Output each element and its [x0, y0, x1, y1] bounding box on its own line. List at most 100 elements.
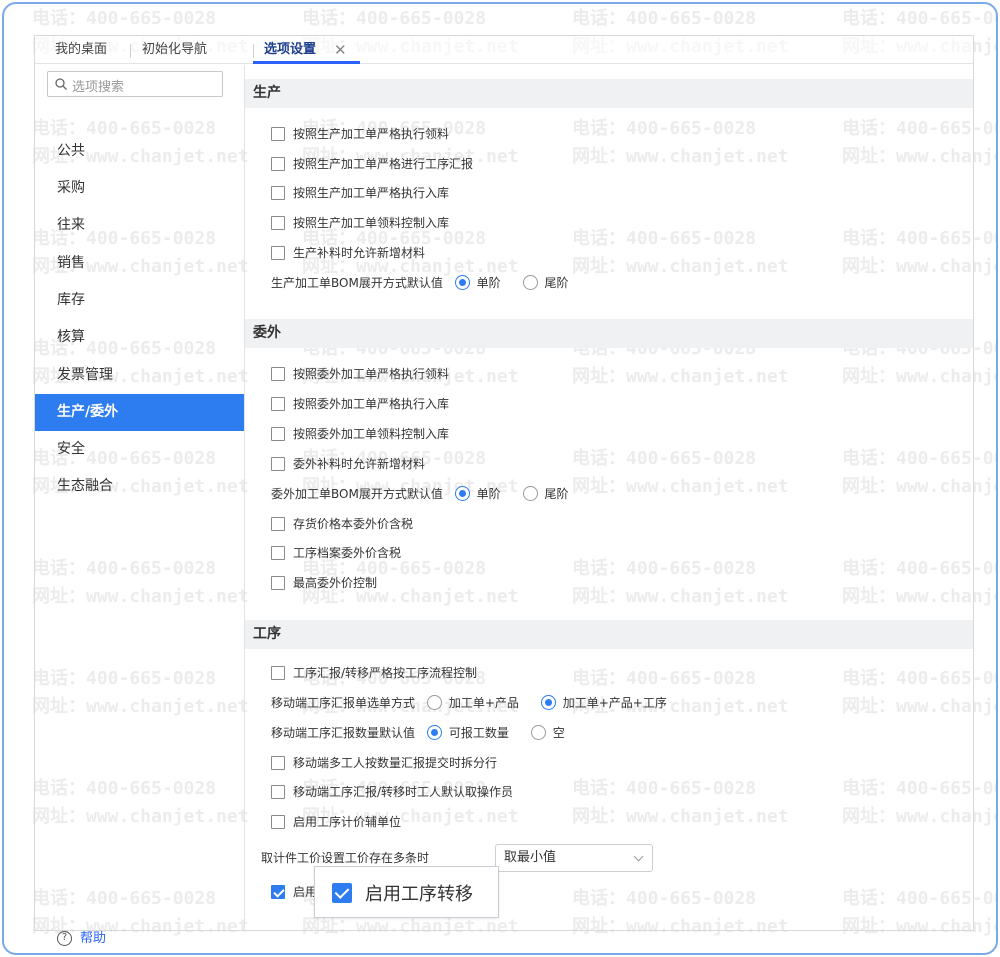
help-link[interactable]: ? 帮助	[57, 929, 106, 949]
sidebar-item-security[interactable]: 安全	[35, 431, 244, 468]
mobile-qty-default-row: 移动端工序汇报数量默认值 可报工数量 空	[271, 723, 565, 743]
checkbox-checked-large[interactable]	[332, 883, 352, 903]
option-row[interactable]: 按照生产加工单严格进行工序汇报	[271, 154, 473, 174]
checkbox[interactable]	[271, 755, 285, 770]
option-label: 按照生产加工单严格执行领料	[293, 127, 450, 141]
sidebar-item-public[interactable]: 公共	[35, 133, 244, 170]
option-label: 按照委外加工单严格执行入库	[293, 397, 450, 411]
section-header-process: 工序	[245, 620, 973, 649]
radio-empty[interactable]	[530, 725, 546, 740]
option-label: 存货价格本委外价含税	[293, 517, 414, 531]
sidebar-item-invoice[interactable]: 发票管理	[35, 357, 244, 394]
option-row[interactable]: 按照生产加工单领料控制入库	[271, 213, 449, 233]
radio-label: 单阶	[476, 276, 501, 290]
checkbox[interactable]	[271, 814, 285, 829]
checkbox[interactable]	[271, 245, 285, 260]
option-row[interactable]: 存货价格本委外价含税	[271, 514, 413, 534]
tab-bar: 我的桌面 初始化导航 选项设置 ✕	[35, 36, 973, 64]
radio-label: 加工单+产品+工序	[562, 696, 667, 710]
option-row[interactable]: 按照委外加工单严格执行领料	[271, 364, 449, 384]
sidebar-item-sales[interactable]: 销售	[35, 245, 244, 282]
checkbox[interactable]	[271, 215, 285, 230]
radio-single-level[interactable]	[454, 486, 470, 501]
price-rule-select[interactable]: 取最小值	[495, 844, 653, 872]
checkbox[interactable]	[271, 156, 285, 171]
search-placeholder: 选项搜索	[72, 80, 125, 95]
section-header-outsource: 委外	[245, 319, 973, 348]
option-label: 委外补料时允许新增材料	[293, 457, 426, 471]
option-label: 移动端多工人按数量汇报提交时拆分行	[293, 756, 498, 770]
sidebar-item-ecosystem[interactable]: 生态融合	[35, 468, 244, 505]
sidebar-item-costing[interactable]: 核算	[35, 319, 244, 356]
tab-my-desktop[interactable]: 我的桌面	[55, 36, 107, 64]
sidebar-item-accounts[interactable]: 往来	[35, 207, 244, 244]
radio-tail-level[interactable]	[522, 486, 538, 501]
radio-tail-level[interactable]	[522, 275, 538, 290]
radio-single-level[interactable]	[454, 275, 470, 290]
radio-reportable-qty[interactable]	[426, 725, 442, 740]
checkbox[interactable]	[271, 784, 285, 799]
price-multiple-label: 取计件工价设置工价存在多条时	[261, 851, 430, 865]
checkbox[interactable]	[271, 126, 285, 141]
help-icon: ?	[57, 931, 72, 946]
enable-process-transfer-callout[interactable]: 启用工序转移	[314, 866, 499, 918]
option-label: 移动端工序汇报/转移时工人默认取操作员	[293, 785, 514, 799]
option-label: 按照生产加工单领料控制入库	[293, 216, 450, 230]
checkbox[interactable]	[271, 545, 285, 560]
option-label: 按照委外加工单严格执行领料	[293, 367, 450, 381]
checkbox[interactable]	[271, 456, 285, 471]
option-row[interactable]: 工序汇报/转移严格按工序流程控制	[271, 663, 477, 683]
radio-label: 尾阶	[544, 276, 569, 290]
option-label: 工序汇报/转移严格按工序流程控制	[293, 666, 478, 680]
sidebar-item-purchase[interactable]: 采购	[35, 170, 244, 207]
price-rule-value: 取最小值	[504, 850, 557, 865]
radio-label: 加工单+产品	[448, 696, 519, 710]
radio-order-product-process[interactable]	[540, 695, 556, 710]
app-frame: 电话：400-665-0028网址：www.chanjet.net电话：400-…	[2, 2, 998, 955]
option-row[interactable]: 工序档案委外价含税	[271, 543, 401, 563]
option-row[interactable]: 启用工序计价辅单位	[271, 812, 401, 832]
radio-label: 可报工数量	[448, 726, 509, 740]
checkbox[interactable]	[271, 516, 285, 531]
search-icon	[55, 78, 67, 90]
option-label: 按照委外加工单领料控制入库	[293, 427, 450, 441]
option-row[interactable]: 委外补料时允许新增材料	[271, 454, 425, 474]
option-row[interactable]: 按照生产加工单严格执行入库	[271, 183, 449, 203]
option-row[interactable]: 按照委外加工单领料控制入库	[271, 424, 449, 444]
outsource-bom-row: 委外加工单BOM展开方式默认值 单阶 尾阶	[271, 484, 569, 504]
watermark-phone: 电话：400-665-0028	[302, 8, 487, 29]
radio-label: 空	[552, 726, 565, 740]
option-row[interactable]: 生产补料时允许新增材料	[271, 243, 425, 263]
option-label: 启用工序计价辅单位	[293, 815, 402, 829]
tab-option-settings[interactable]: 选项设置	[264, 36, 316, 64]
checkbox[interactable]	[271, 396, 285, 411]
checkbox[interactable]	[271, 185, 285, 200]
callout-label: 启用工序转移	[365, 884, 473, 905]
options-panel: 生产 按照生产加工单严格执行领料 按照生产加工单严格进行工序汇报 按照生产加工单…	[245, 65, 973, 931]
radio-label: 尾阶	[544, 487, 569, 501]
option-label: 按照生产加工单严格进行工序汇报	[293, 157, 474, 171]
mobile-select-mode-label: 移动端工序汇报单选单方式	[271, 696, 416, 710]
mobile-qty-default-label: 移动端工序汇报数量默认值	[271, 726, 416, 740]
checkbox[interactable]	[271, 575, 285, 590]
watermark-phone: 电话：400-665-0028	[842, 8, 996, 29]
option-row[interactable]: 按照生产加工单严格执行领料	[271, 124, 449, 144]
sidebar-item-production[interactable]: 生产/委外	[35, 394, 244, 431]
option-row[interactable]: 最高委外价控制	[271, 573, 377, 593]
tab-divider	[253, 44, 254, 58]
checkbox[interactable]	[271, 366, 285, 381]
option-label: 工序档案委外价含税	[293, 546, 402, 560]
option-row[interactable]: 按照委外加工单严格执行入库	[271, 394, 449, 414]
checkbox-checked[interactable]	[271, 884, 285, 899]
option-row[interactable]: 移动端多工人按数量汇报提交时拆分行	[271, 753, 497, 773]
mobile-select-mode-row: 移动端工序汇报单选单方式 加工单+产品 加工单+产品+工序	[271, 693, 667, 713]
checkbox[interactable]	[271, 665, 285, 680]
radio-order-product[interactable]	[426, 695, 442, 710]
option-row[interactable]: 移动端工序汇报/转移时工人默认取操作员	[271, 782, 513, 802]
checkbox[interactable]	[271, 426, 285, 441]
tab-close-icon[interactable]: ✕	[334, 36, 347, 64]
tab-init-nav[interactable]: 初始化导航	[142, 36, 207, 64]
sidebar-item-inventory[interactable]: 库存	[35, 282, 244, 319]
search-input[interactable]: 选项搜索	[47, 71, 223, 97]
enable-transfer-row[interactable]: 启用	[271, 882, 317, 902]
